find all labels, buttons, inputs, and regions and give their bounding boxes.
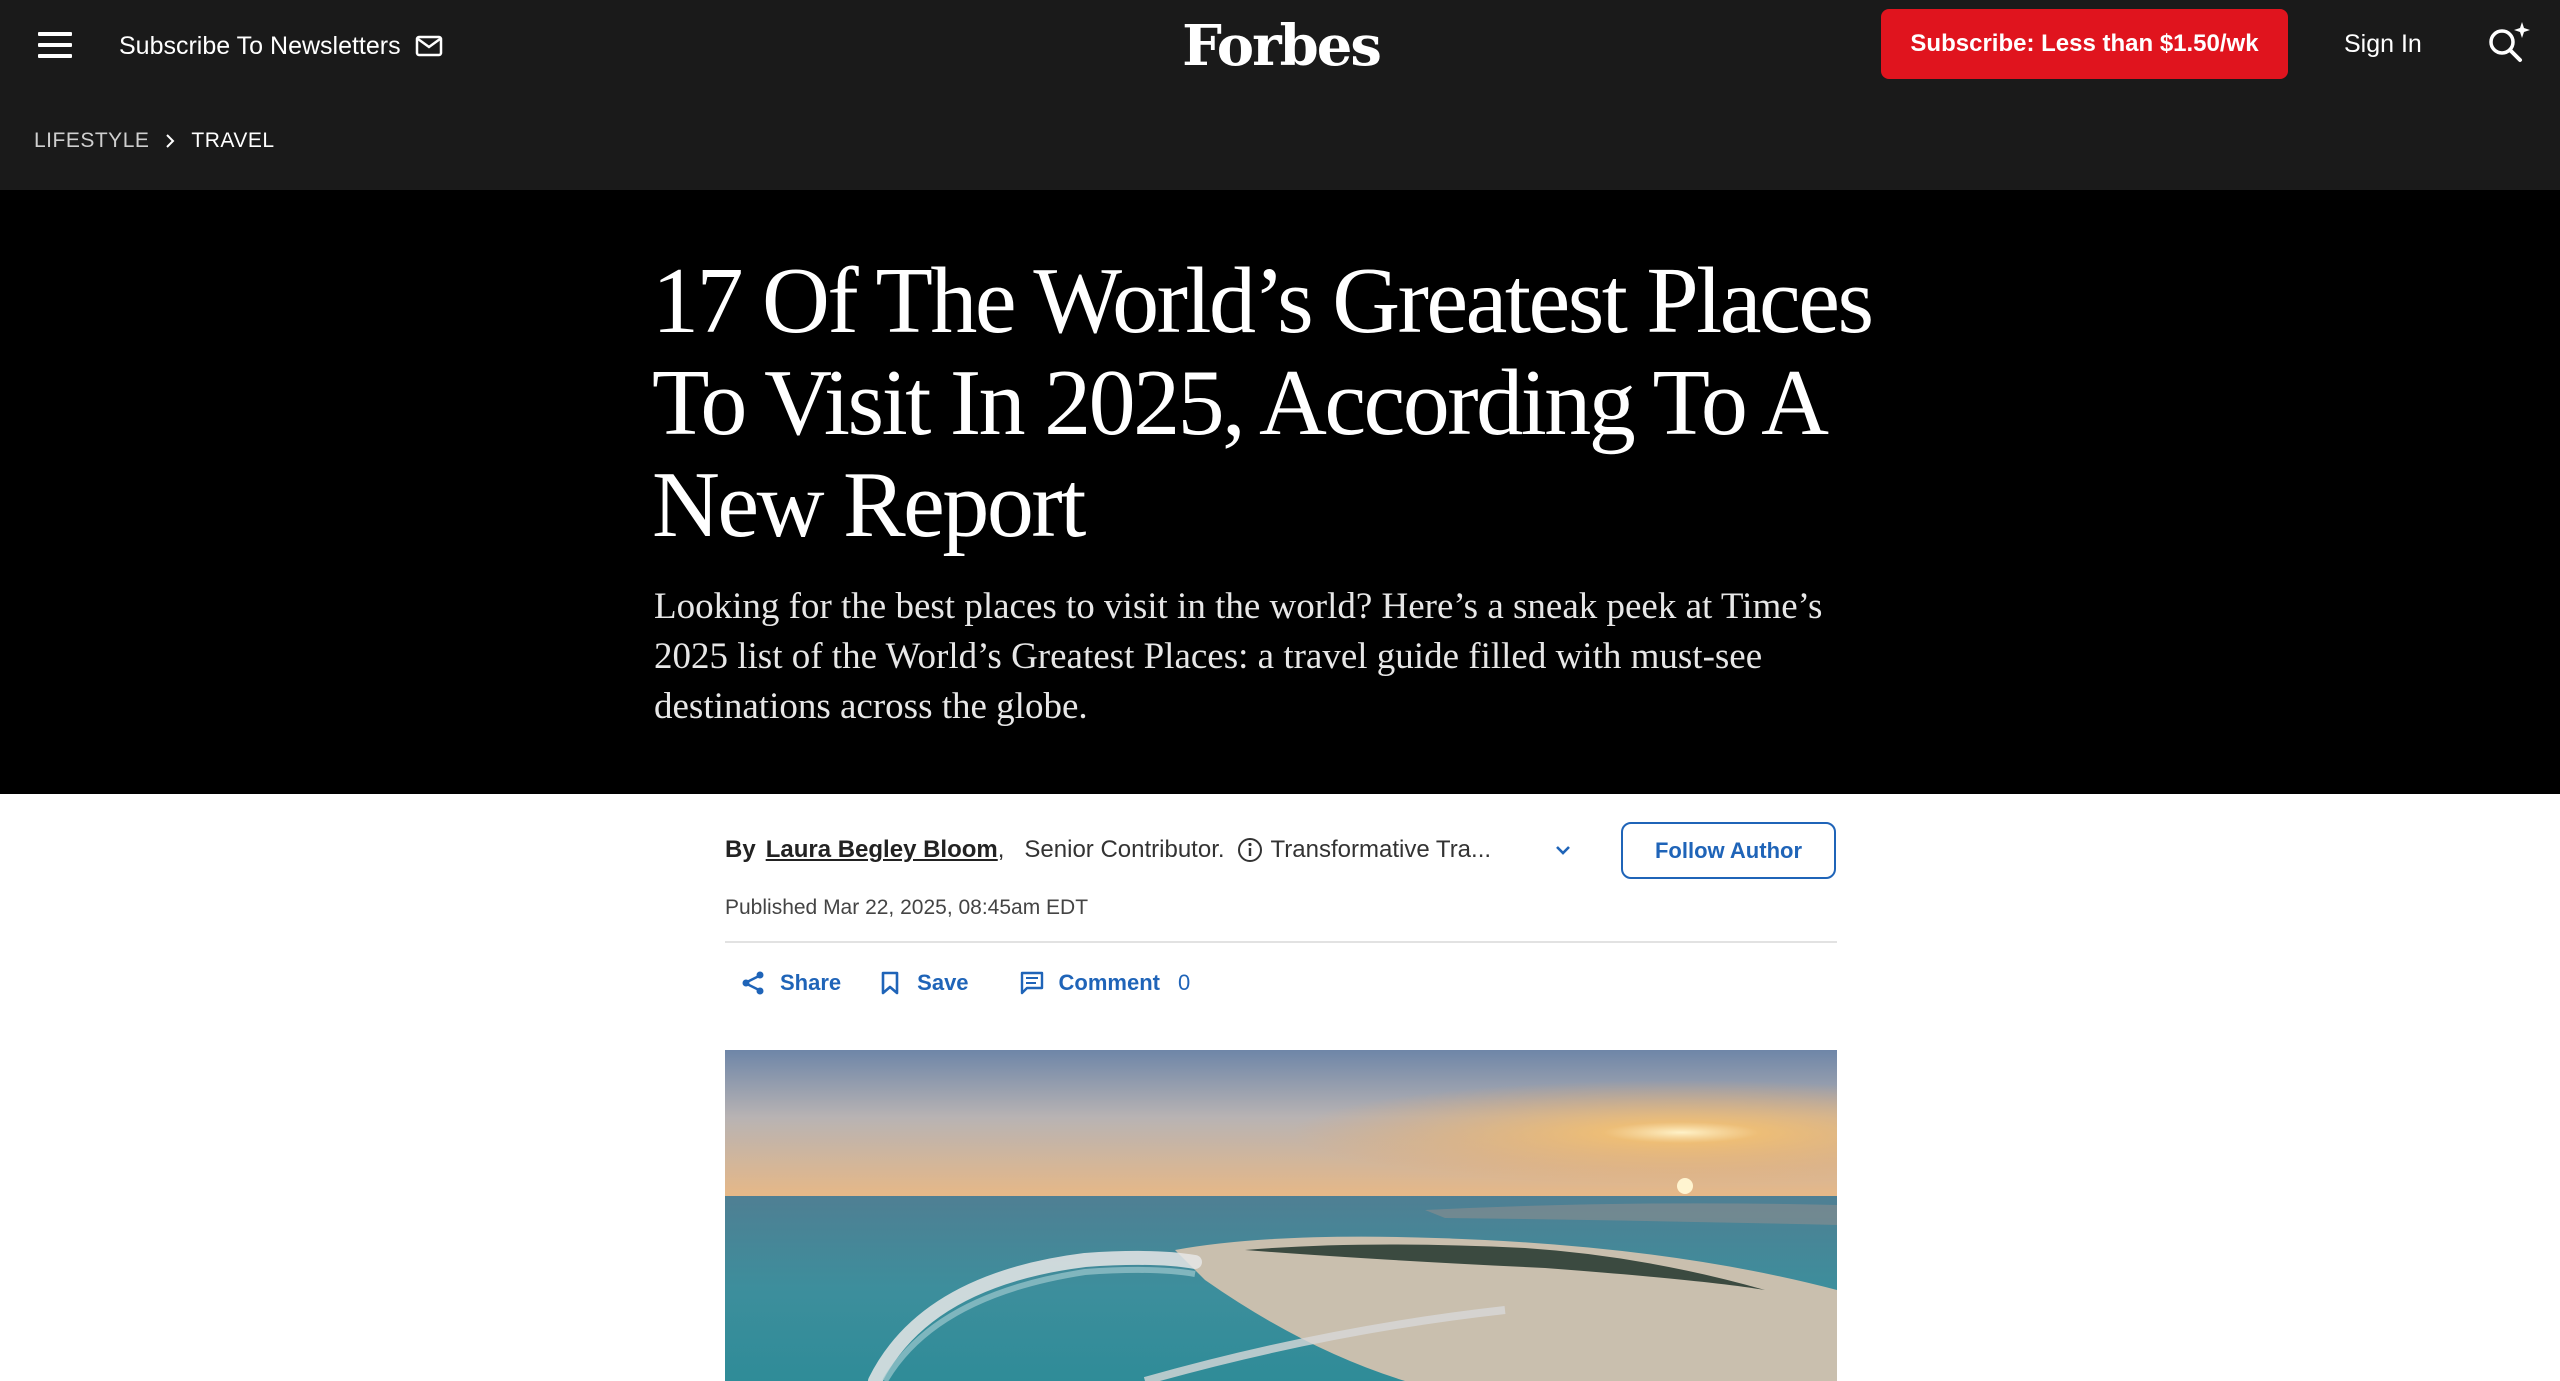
comment-button[interactable]: Comment 0 — [1019, 970, 1191, 996]
save-label: Save — [917, 970, 969, 995]
chevron-right-icon — [166, 134, 175, 148]
hamburger-menu-icon[interactable] — [38, 32, 72, 58]
subscribe-newsletters-link[interactable]: Subscribe To Newsletters — [119, 26, 443, 66]
share-icon — [742, 971, 764, 995]
info-circle-icon[interactable] — [1237, 837, 1263, 863]
aerial-sunset-island-resort-photo — [725, 1050, 1837, 1381]
byline-by: By — [725, 836, 756, 863]
breadcrumb-lifestyle[interactable]: LIFESTYLE — [34, 129, 149, 153]
author-section: Transformative Tra... — [1270, 836, 1492, 863]
comment-label: Comment — [1058, 970, 1160, 995]
forbes-logo[interactable]: Forbes — [1182, 8, 1382, 84]
newsletter-label: Subscribe To Newsletters — [119, 31, 401, 60]
follow-author-button[interactable]: Follow Author — [1621, 822, 1836, 879]
mail-icon — [415, 35, 442, 57]
share-label: Share — [780, 970, 842, 995]
bookmark-icon — [881, 971, 899, 995]
chevron-down-icon[interactable] — [1553, 840, 1573, 860]
top-navigation: Subscribe To Newsletters Forbes Subscrib… — [0, 0, 2560, 190]
published-date: Published Mar 22, 2025, 08:45am EDT — [725, 896, 1089, 919]
save-button[interactable]: Save — [877, 970, 969, 996]
author-role: Senior Contributor. — [1024, 836, 1225, 863]
divider — [725, 941, 1837, 943]
author-link[interactable]: Laura Begley Bloom — [766, 836, 998, 864]
comment-count: 0 — [1178, 970, 1191, 995]
breadcrumb-travel[interactable]: TRAVEL — [191, 129, 274, 153]
article-hero: 17 Of The World’s Greatest Places To Vis… — [0, 190, 2560, 794]
breadcrumb: LIFESTYLE TRAVEL — [34, 126, 275, 156]
sign-in-link[interactable]: Sign In — [2344, 24, 2422, 64]
search-sparkle-icon[interactable] — [2484, 20, 2532, 68]
subscribe-button[interactable]: Subscribe: Less than $1.50/wk — [1881, 9, 2288, 79]
comment-icon — [1020, 971, 1043, 995]
article-headline: 17 Of The World’s Greatest Places To Vis… — [652, 249, 1874, 557]
share-button[interactable]: Share — [740, 970, 841, 996]
article-dek: Looking for the best places to visit in … — [654, 586, 1823, 727]
byline-comma: , — [997, 836, 1005, 863]
article-actions: Share Save Comment 0 — [740, 965, 1190, 1001]
